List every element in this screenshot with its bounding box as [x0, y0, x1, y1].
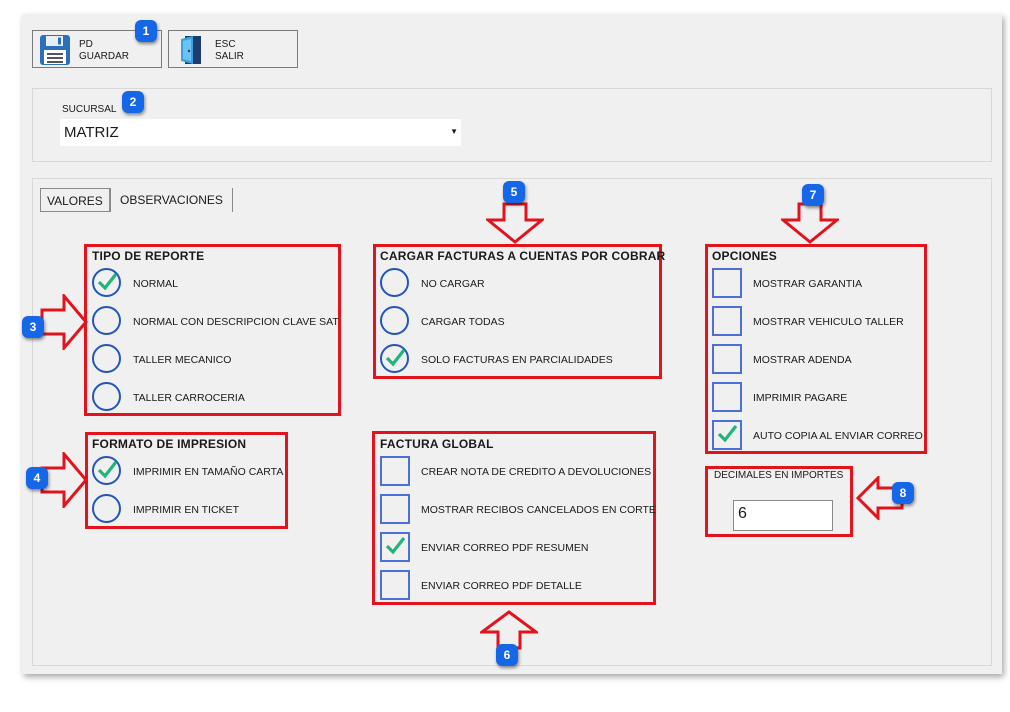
callout-badge: 4 [26, 467, 48, 489]
dropdown-arrow-icon[interactable]: ▼ [450, 127, 458, 136]
radio-button[interactable] [92, 344, 121, 373]
checkmark-icon [97, 461, 118, 479]
exit-button[interactable]: ESC SALIR [168, 30, 298, 68]
option-label: SOLO FACTURAS EN PARCIALIDADES [421, 354, 613, 366]
option-label: IMPRIMIR PAGARE [753, 392, 848, 404]
checkmark-icon [385, 349, 406, 367]
main-window: PD GUARDAR ESC SALIR SUCURSAL MATRIZ ▼ V… [22, 14, 1002, 674]
arrow-down-icon [486, 202, 544, 244]
option-label: ENVIAR CORREO PDF RESUMEN [421, 542, 589, 554]
callout-badge: 8 [892, 482, 914, 504]
callout-badge: 6 [496, 644, 518, 666]
option-label: TALLER MECANICO [133, 354, 232, 366]
checkbox[interactable] [712, 382, 742, 412]
formato-impresion-title: FORMATO DE IMPRESION [92, 437, 247, 451]
callout-badge: 3 [22, 316, 44, 338]
checkmark-icon [97, 273, 118, 291]
arrow-down-icon [781, 202, 839, 244]
decimales-label: DECIMALES EN IMPORTES [714, 470, 844, 481]
radio-button[interactable] [92, 382, 121, 411]
callout-badge: 1 [135, 20, 157, 42]
save-shortcut: PD [79, 39, 93, 50]
callout-badge: 7 [802, 184, 824, 206]
tipo-reporte-highlight [84, 244, 341, 416]
opciones-title: OPCIONES [712, 249, 777, 263]
sucursal-select[interactable]: MATRIZ ▼ [60, 119, 461, 146]
exit-shortcut: ESC [215, 39, 236, 50]
option-label: NORMAL [133, 278, 178, 290]
checkbox[interactable] [712, 268, 742, 298]
checkbox[interactable] [712, 306, 742, 336]
checkbox[interactable] [712, 344, 742, 374]
tab-divider [232, 188, 233, 212]
arrow-right-icon [40, 294, 88, 350]
decimales-input[interactable]: 6 [733, 500, 833, 531]
option-label: TALLER CARROCERIA [133, 392, 245, 404]
radio-button[interactable] [92, 306, 121, 335]
option-label: IMPRIMIR EN TAMAÑO CARTA [133, 466, 284, 478]
door-exit-icon [181, 36, 201, 64]
factura-global-highlight [372, 431, 656, 605]
checkbox[interactable] [380, 570, 410, 600]
option-label: AUTO COPIA AL ENVIAR CORREO [753, 430, 923, 442]
radio-button[interactable] [380, 268, 409, 297]
option-label: IMPRIMIR EN TICKET [133, 504, 239, 516]
checkmark-icon [717, 425, 738, 443]
radio-button[interactable] [92, 494, 121, 523]
option-label: NORMAL CON DESCRIPCION CLAVE SAT [133, 316, 339, 328]
checkbox[interactable] [380, 456, 410, 486]
cargar-facturas-title: CARGAR FACTURAS A CUENTAS POR COBRAR [380, 249, 666, 263]
tab-valores[interactable]: VALORES [40, 188, 110, 212]
option-label: MOSTRAR ADENDA [753, 354, 852, 366]
callout-badge: 2 [122, 91, 144, 113]
option-label: MOSTRAR RECIBOS CANCELADOS EN CORTE [421, 504, 656, 516]
tab-observaciones[interactable]: OBSERVACIONES [114, 188, 229, 212]
radio-button[interactable] [380, 306, 409, 335]
sucursal-label: SUCURSAL [62, 104, 117, 115]
option-label: ENVIAR CORREO PDF DETALLE [421, 580, 582, 592]
option-label: CREAR NOTA DE CREDITO A DEVOLUCIONES [421, 466, 652, 478]
tab-divider [110, 188, 111, 212]
exit-label: SALIR [215, 51, 244, 62]
floppy-disk-icon [40, 35, 70, 65]
option-label: MOSTRAR VEHICULO TALLER [753, 316, 904, 328]
option-label: MOSTRAR GARANTIA [753, 278, 863, 290]
callout-badge: 5 [503, 181, 525, 203]
option-label: CARGAR TODAS [421, 316, 505, 328]
save-label: GUARDAR [79, 51, 130, 62]
option-label: NO CARGAR [421, 278, 485, 290]
checkbox[interactable] [380, 494, 410, 524]
sucursal-value: MATRIZ [64, 124, 119, 141]
factura-global-title: FACTURA GLOBAL [380, 437, 494, 451]
tipo-reporte-title: TIPO DE REPORTE [92, 249, 205, 263]
checkmark-icon [385, 537, 406, 555]
